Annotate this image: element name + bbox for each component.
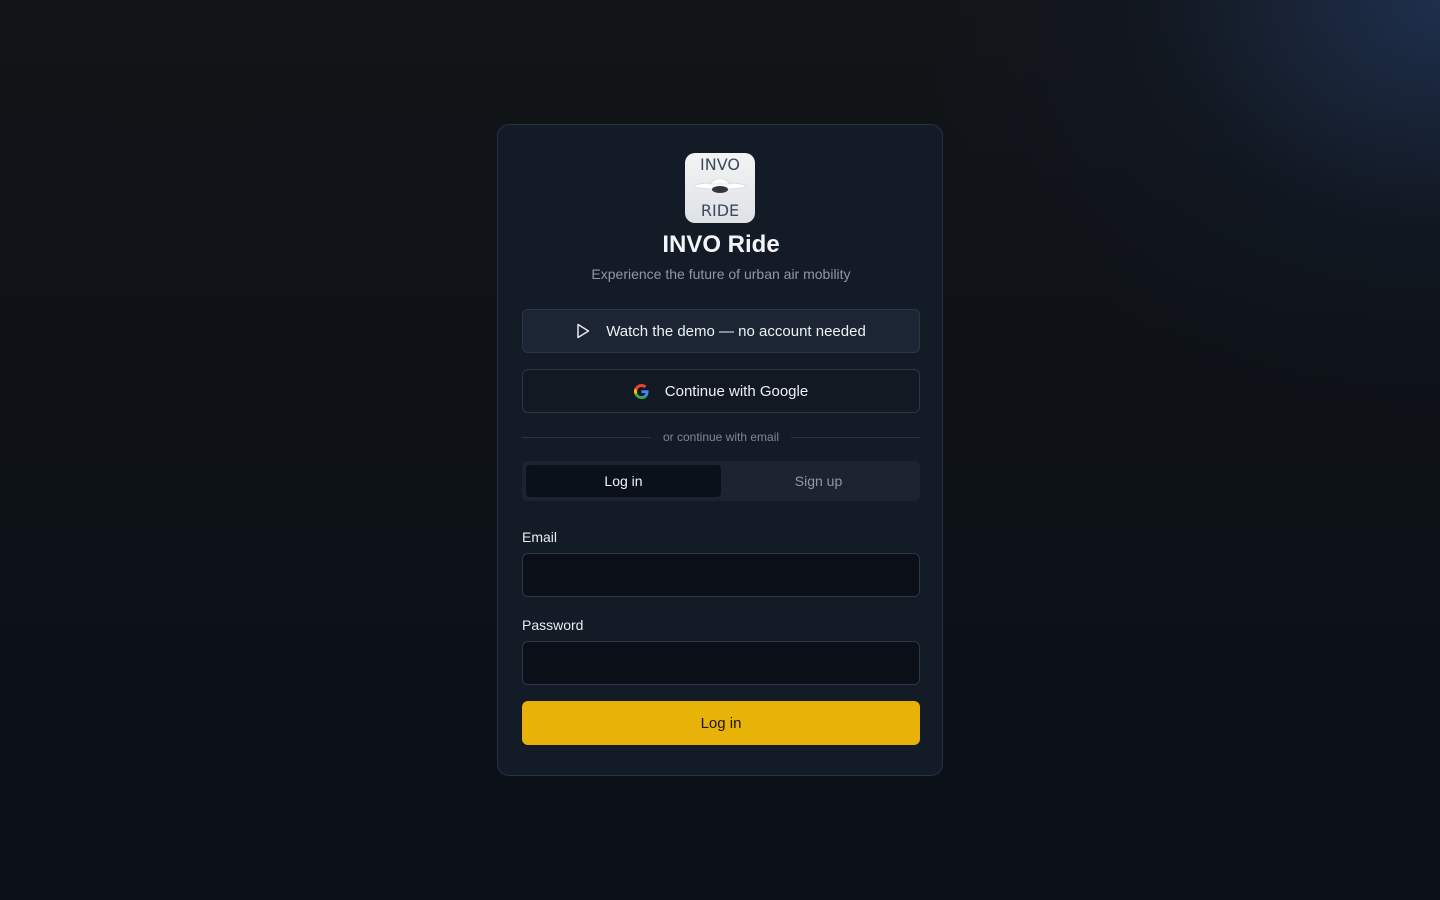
app-subtitle: Experience the future of urban air mobil…: [591, 266, 851, 282]
google-signin-label: Continue with Google: [664, 382, 809, 400]
app-logo: INVO RIDE: [685, 153, 755, 223]
divider-text: or continue with email: [662, 430, 780, 444]
email-field[interactable]: [522, 553, 920, 597]
app-title: INVO Ride: [662, 231, 780, 258]
watch-demo-button[interactable]: Watch the demo — no account needed: [522, 309, 920, 353]
email-label: Email: [522, 529, 558, 545]
tab-sign-up[interactable]: Sign up: [721, 465, 916, 497]
tab-log-in[interactable]: Log in: [526, 465, 721, 497]
logo-text-bottom: RIDE: [700, 201, 740, 220]
login-submit-button[interactable]: Log in: [522, 701, 920, 745]
auth-tabs: Log in Sign up: [522, 461, 920, 501]
google-icon: [633, 383, 649, 399]
divider-line-left: [522, 436, 651, 438]
email-divider: or continue with email: [522, 429, 920, 445]
auth-card: INVO RIDE INVO Ride Experience the futur…: [497, 124, 943, 776]
password-field[interactable]: [522, 641, 920, 685]
logo-text-top: INVO: [700, 155, 740, 174]
divider-line-right: [791, 436, 920, 438]
play-icon: [576, 323, 590, 339]
aircraft-icon: [693, 178, 747, 193]
password-label: Password: [522, 617, 584, 633]
google-signin-button[interactable]: Continue with Google: [522, 369, 920, 413]
watch-demo-label: Watch the demo — no account needed: [606, 322, 866, 340]
